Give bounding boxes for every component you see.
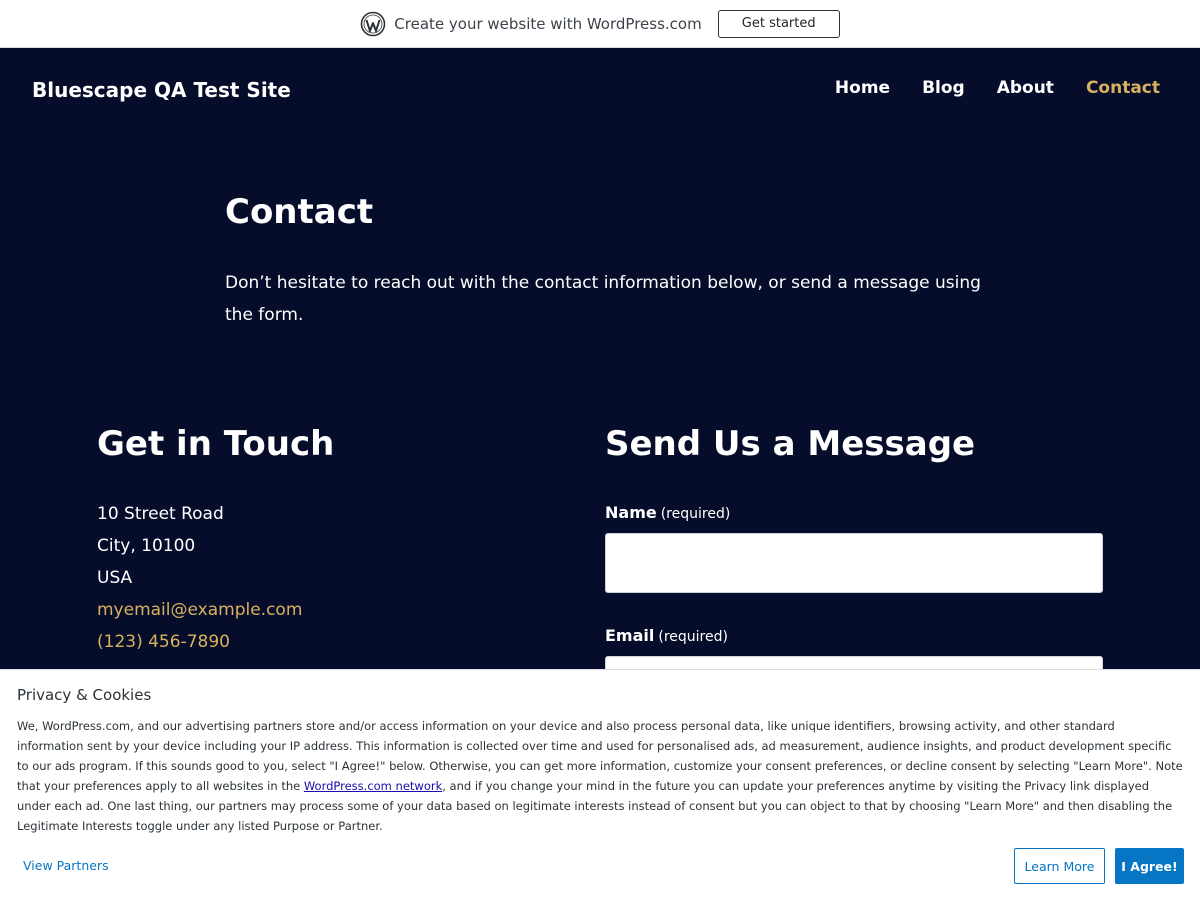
nav-about[interactable]: About (997, 78, 1054, 98)
contact-details: 10 Street Road City, 10100 USA myemail@e… (97, 498, 302, 658)
nav-home[interactable]: Home (835, 78, 890, 98)
page-title: Contact (225, 192, 374, 232)
name-field-label: Name (required) (605, 503, 730, 522)
nav-blog[interactable]: Blog (922, 78, 965, 98)
site-title[interactable]: Bluescape QA Test Site (32, 78, 291, 102)
page-intro-text: Don’t hesitate to reach out with the con… (225, 273, 981, 325)
email-label-text: Email (605, 626, 655, 645)
wordpress-network-link[interactable]: WordPress.com network (304, 779, 442, 793)
name-label-text: Name (605, 503, 657, 522)
main-nav: Home Blog About Contact (835, 78, 1160, 98)
email-link[interactable]: myemail@example.com (97, 594, 302, 626)
send-message-heading: Send Us a Message (605, 424, 976, 464)
nav-contact[interactable]: Contact (1086, 78, 1160, 98)
name-required-text: (required) (660, 506, 731, 522)
email-required-text: (required) (658, 629, 728, 645)
wordpress-logo-icon[interactable] (360, 11, 386, 37)
email-field-label: Email (required) (605, 626, 728, 645)
address-street: 10 Street Road (97, 504, 224, 524)
phone-link[interactable]: (123) 456-7890 (97, 626, 302, 658)
agree-button[interactable]: I Agree! (1115, 848, 1184, 884)
address-city: City, 10100 (97, 536, 196, 556)
get-in-touch-heading: Get in Touch (97, 424, 335, 464)
cookie-consent-banner: Privacy & Cookies We, WordPress.com, and… (0, 669, 1200, 900)
learn-more-button[interactable]: Learn More (1014, 848, 1105, 884)
cookie-banner-title: Privacy & Cookies (17, 686, 152, 704)
wordpress-banner: Create your website with WordPress.com G… (0, 0, 1200, 48)
address-country: USA (97, 568, 133, 588)
get-started-button[interactable]: Get started (717, 9, 840, 38)
view-partners-link[interactable]: View Partners (23, 858, 109, 873)
name-field[interactable] (605, 533, 1103, 593)
cookie-banner-text: We, WordPress.com, and our advertising p… (17, 716, 1183, 836)
wordpress-banner-text: Create your website with WordPress.com (394, 14, 702, 33)
